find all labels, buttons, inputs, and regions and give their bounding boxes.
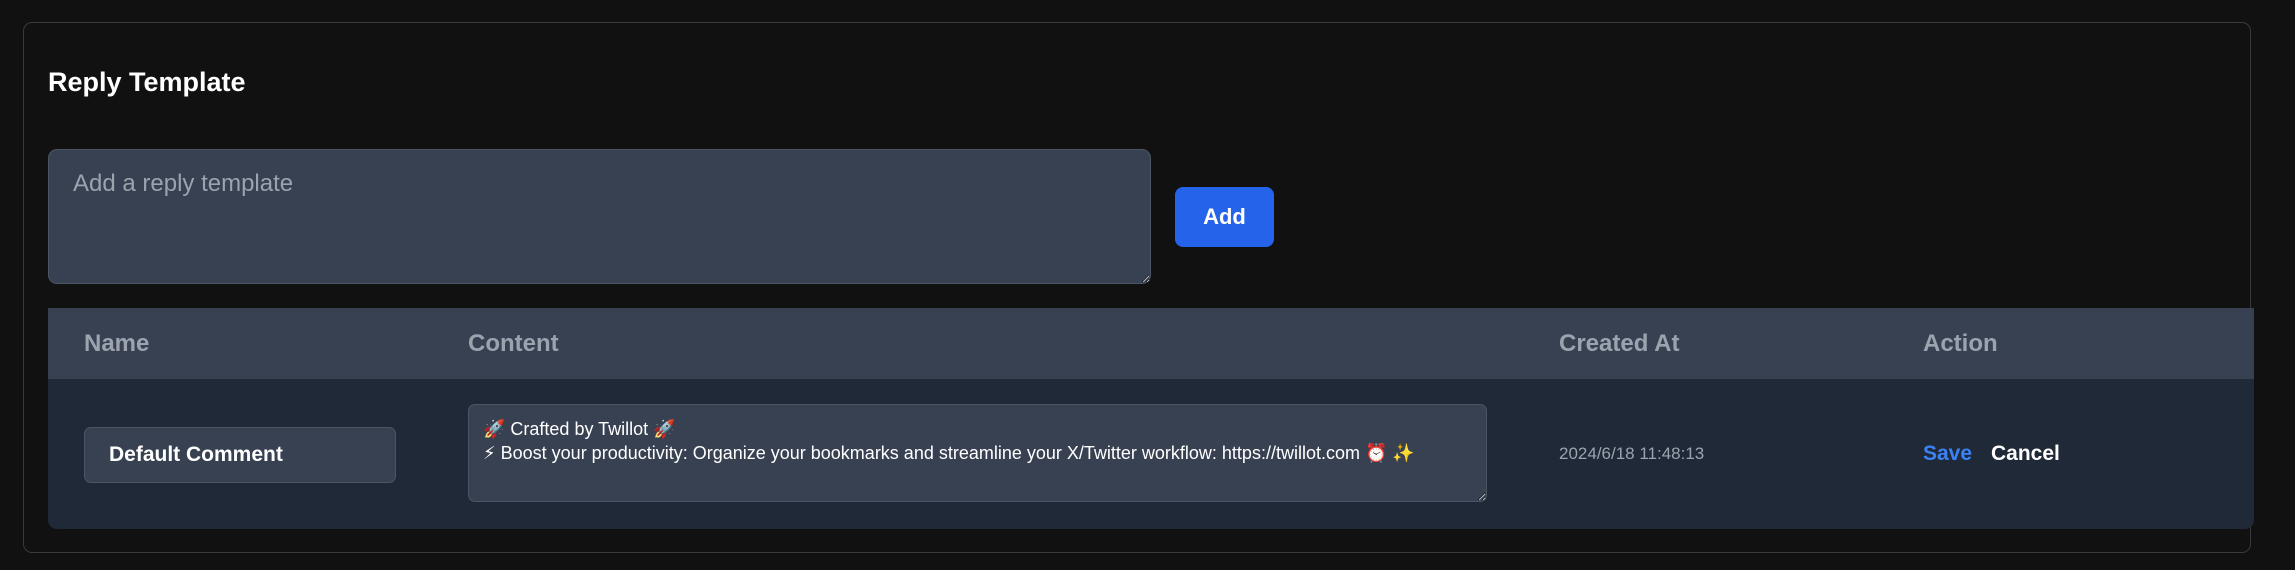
table-row: 🚀 Crafted by Twillot 🚀 ⚡ Boost your prod… [48,379,2254,529]
column-header-action: Action [1923,330,1998,357]
new-template-input[interactable] [48,149,1151,284]
column-header-content: Content [468,330,559,357]
templates-table: Name Content Created At Action 🚀 Crafted… [48,308,2254,529]
created-at-value: 2024/6/18 11:48:13 [1559,444,1705,463]
section-title: Reply Template [48,67,246,97]
column-header-name: Name [84,330,150,357]
cancel-button[interactable]: Cancel [1991,379,2060,529]
add-button[interactable]: Add [1175,187,1274,247]
table-header: Name Content Created At Action [48,308,2254,379]
save-button[interactable]: Save [1923,379,1972,529]
column-header-created-at: Created At [1559,330,1680,357]
template-name-input[interactable] [84,427,396,483]
template-content-textarea[interactable]: 🚀 Crafted by Twillot 🚀 ⚡ Boost your prod… [468,404,1487,502]
